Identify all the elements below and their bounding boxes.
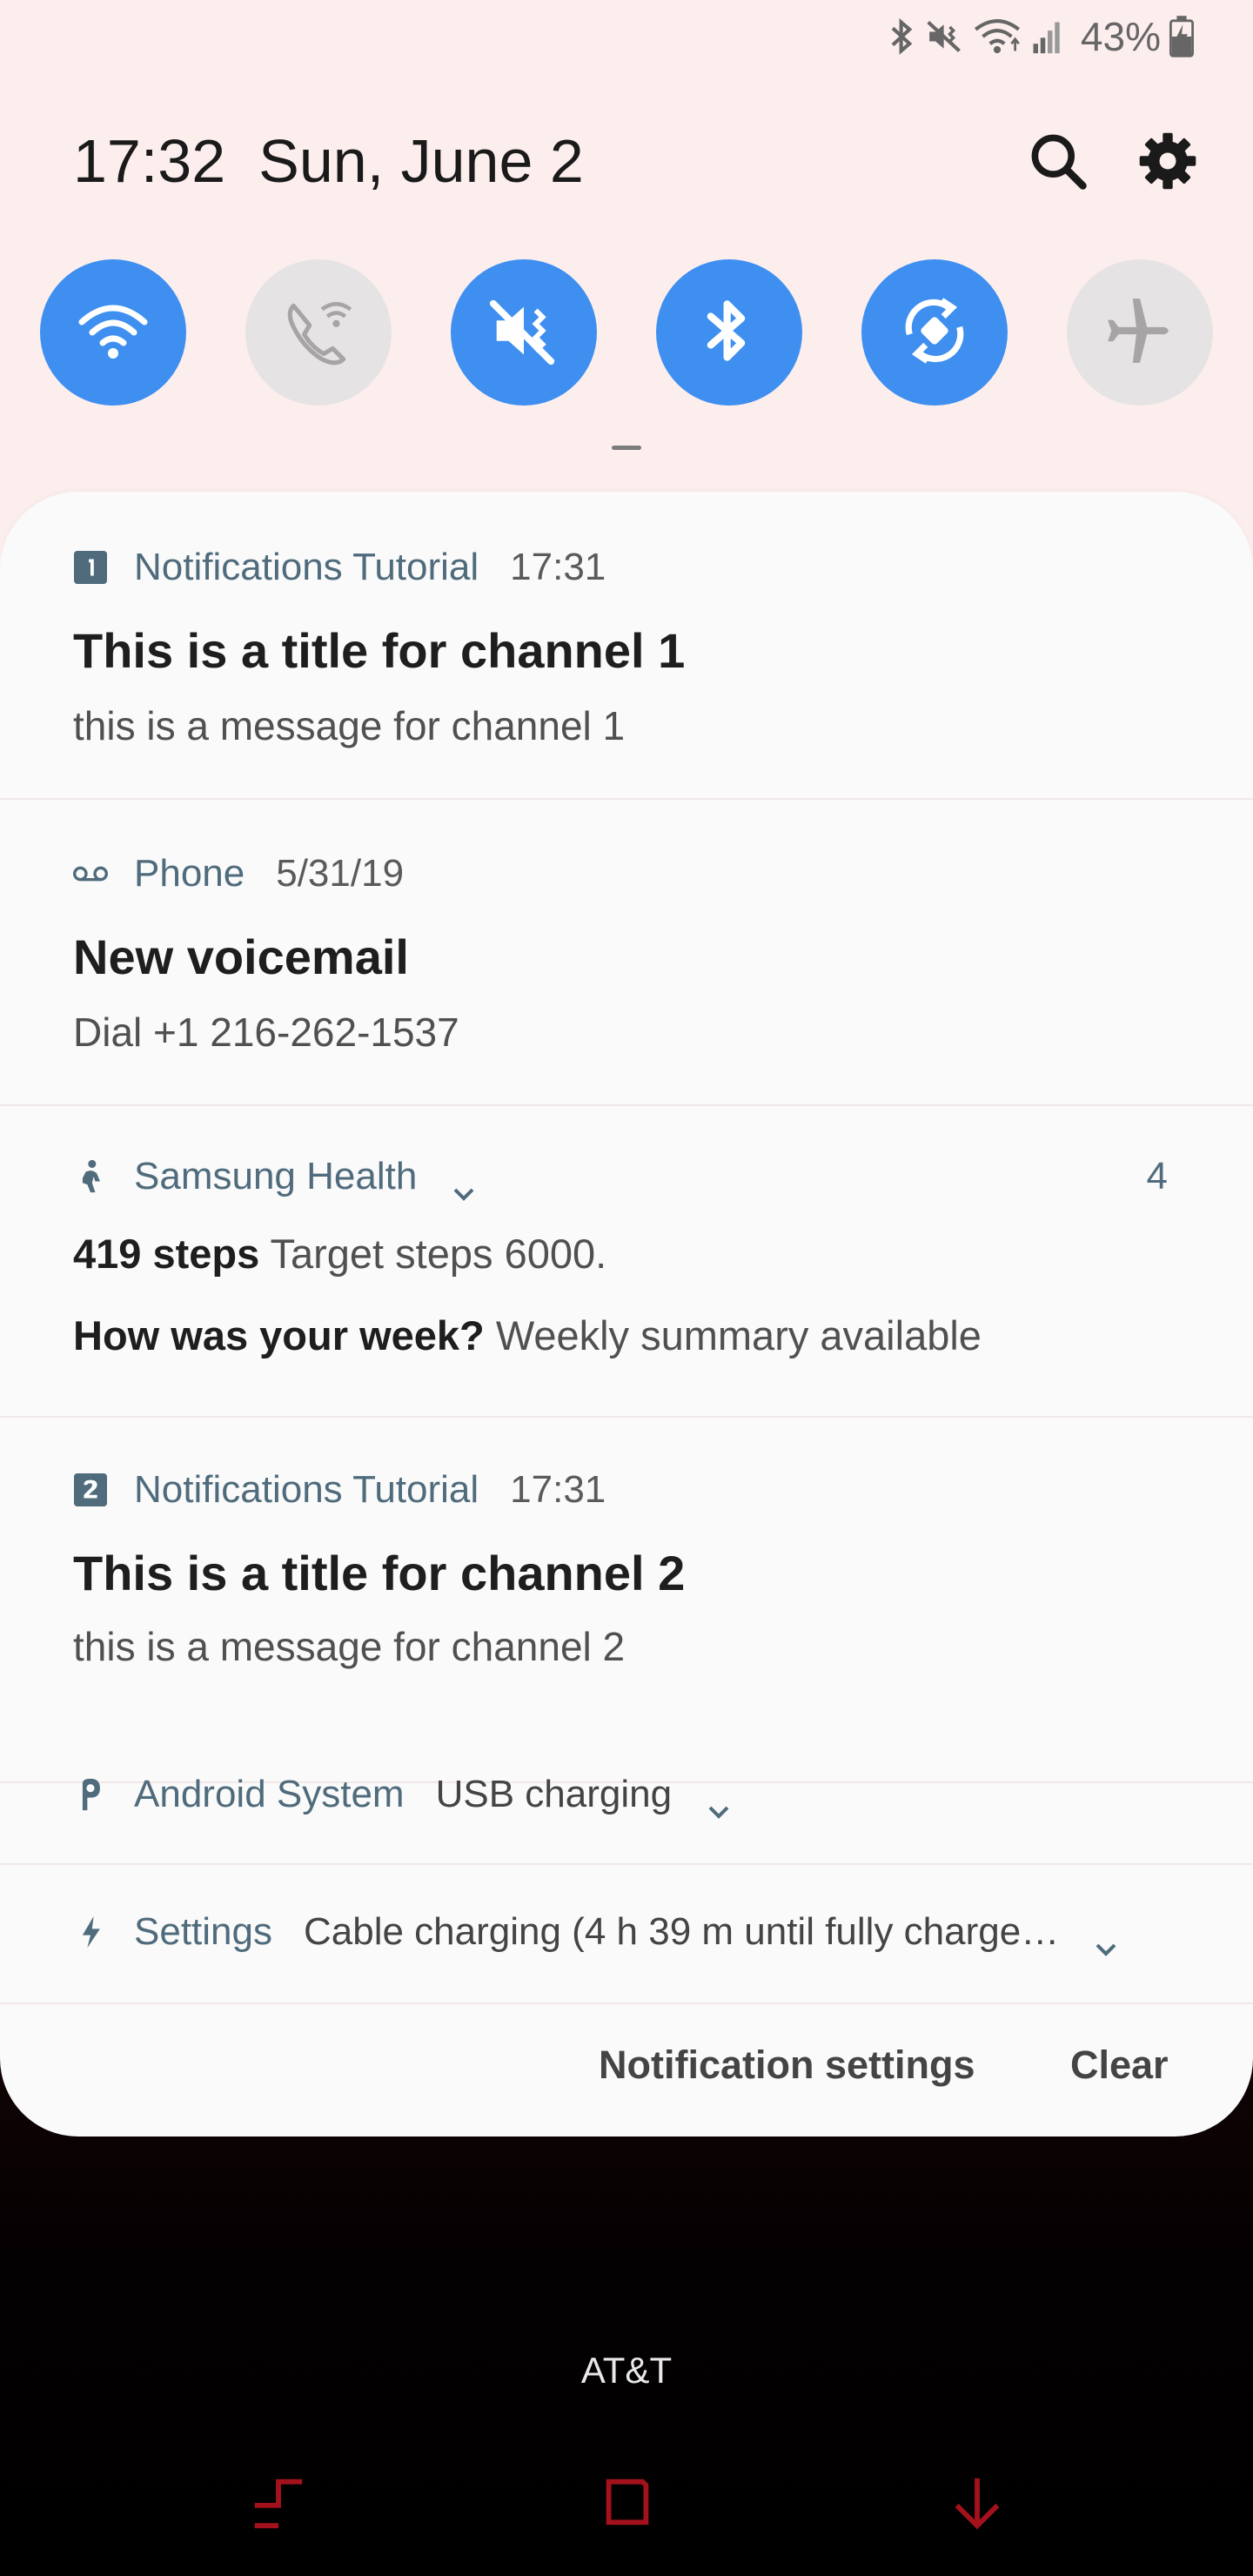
- auto-rotate-icon: [895, 292, 974, 374]
- notification-message: this is a message for channel 2: [73, 1624, 626, 1669]
- panel-drag-handle[interactable]: [612, 446, 641, 450]
- channel-1-icon: [73, 550, 108, 585]
- toggle-bluetooth[interactable]: [656, 259, 802, 406]
- notification-title: This is a title for channel 1: [73, 623, 686, 678]
- notification-card[interactable]: Phone 5/31/19 New voicemail Dial +1 216-…: [0, 798, 1253, 1106]
- notification-card[interactable]: Samsung Health 4 419 steps Target steps …: [0, 1104, 1253, 1418]
- vibrate-mute-icon: [926, 17, 964, 56]
- app-name: Samsung Health: [134, 1155, 418, 1197]
- wifi-icon: [973, 17, 1022, 56]
- bluetooth-icon: [703, 296, 755, 370]
- quick-panel-header: 17:32 Sun, June 2: [73, 122, 1201, 200]
- airplane-icon: [1101, 292, 1179, 374]
- steps-count: 419 steps: [73, 1231, 260, 1277]
- samsung-health-icon: [73, 1159, 108, 1194]
- chevron-down-icon[interactable]: [707, 1786, 731, 1819]
- signal-icon: [1030, 17, 1065, 56]
- notification-header: Settings Cable charging (4 h 39 m until …: [73, 1910, 1118, 1956]
- notification-title: New voicemail: [73, 929, 409, 984]
- search-icon[interactable]: [1025, 128, 1091, 194]
- notification-settings-button[interactable]: Notification settings: [599, 2043, 975, 2088]
- notification-title: This is a title for channel 2: [73, 1546, 686, 1600]
- toggle-wifi[interactable]: [40, 259, 186, 406]
- toggle-airplane-mode[interactable]: [1067, 259, 1213, 406]
- header-actions: [1025, 128, 1201, 194]
- android-system-icon: [73, 1777, 108, 1812]
- notification-line: How was your week? Weekly summary availa…: [73, 1311, 982, 1359]
- notification-header: Android System USB charging: [73, 1773, 731, 1819]
- notification-summary: USB charging: [435, 1773, 673, 1815]
- notification-header: Phone 5/31/19: [73, 852, 404, 896]
- app-name: Notifications Tutorial: [134, 1468, 479, 1511]
- notification-card[interactable]: Notifications Tutorial 17:31 This is a t…: [0, 492, 1253, 800]
- voicemail-icon: [73, 856, 108, 891]
- toggle-wifi-calling[interactable]: [245, 259, 392, 406]
- clear-button[interactable]: Clear: [1070, 2043, 1169, 2088]
- app-name: Settings: [134, 1910, 272, 1953]
- notification-summary: Cable charging (4 h 39 m until fully cha…: [303, 1910, 1060, 1953]
- toggle-mute[interactable]: [451, 259, 597, 406]
- wifi-icon: [78, 300, 148, 366]
- app-name: Notifications Tutorial: [134, 546, 479, 588]
- battery-charging-icon: [1169, 16, 1194, 57]
- quick-toggles: [40, 259, 1213, 406]
- notification-message: this is a message for channel 1: [73, 703, 626, 748]
- app-name: Phone: [134, 852, 245, 895]
- app-name: Android System: [134, 1773, 405, 1815]
- chevron-down-icon[interactable]: [452, 1168, 476, 1201]
- notification-card-collapsed[interactable]: Settings Cable charging (4 h 39 m until …: [0, 1863, 1253, 2004]
- toggle-auto-rotate[interactable]: [861, 259, 1008, 406]
- notification-line: 419 steps Target steps 6000.: [73, 1230, 606, 1278]
- steps-target: Target steps 6000.: [270, 1231, 607, 1277]
- bluetooth-icon: [888, 17, 917, 56]
- wifi-calling-icon: [279, 292, 358, 374]
- notification-header: Notifications Tutorial 17:31: [73, 1468, 606, 1512]
- charging-bolt-icon: [73, 1915, 108, 1949]
- notification-time: 17:31: [510, 1468, 606, 1511]
- notification-count-badge: 4: [1146, 1155, 1168, 1197]
- notification-panel: Notifications Tutorial 17:31 This is a t…: [0, 492, 1253, 2137]
- back-icon[interactable]: [947, 2472, 1008, 2532]
- status-bar: 43%: [888, 10, 1194, 63]
- recents-icon[interactable]: [248, 2472, 309, 2532]
- notification-header: Samsung Health: [73, 1155, 476, 1201]
- chevron-down-icon[interactable]: [1094, 1923, 1118, 1956]
- weekly-question: How was your week?: [73, 1312, 485, 1358]
- mute-icon: [486, 293, 561, 372]
- home-icon[interactable]: [597, 2472, 658, 2532]
- clock[interactable]: 17:32: [73, 126, 225, 196]
- notification-time: 5/31/19: [276, 852, 405, 895]
- notification-header: Notifications Tutorial 17:31: [73, 546, 606, 589]
- weekly-summary-text: Weekly summary available: [495, 1312, 982, 1358]
- notification-time: 17:31: [510, 546, 606, 588]
- notification-message: Dial +1 216-262-1537: [73, 1010, 459, 1055]
- carrier-label: AT&T: [580, 2350, 673, 2391]
- date[interactable]: Sun, June 2: [258, 126, 584, 196]
- notification-card-collapsed[interactable]: Android System USB charging: [0, 1726, 1253, 1865]
- battery-percentage: 43%: [1080, 14, 1161, 59]
- channel-2-icon: [73, 1472, 108, 1507]
- gear-icon[interactable]: [1135, 128, 1201, 194]
